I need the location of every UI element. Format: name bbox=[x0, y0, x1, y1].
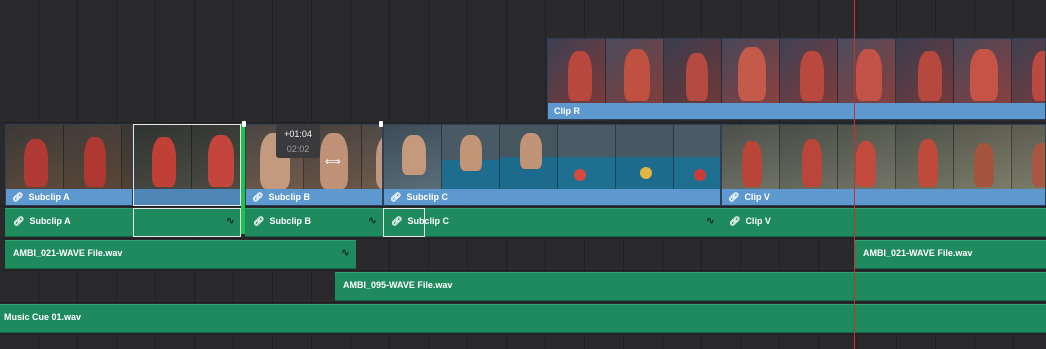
audio-clip-ambi-021-a[interactable]: AMBI_021-WAVE File.wav ∿ bbox=[5, 240, 356, 269]
lane-separator bbox=[0, 122, 1046, 123]
lane-separator bbox=[0, 334, 1046, 335]
audio-clip-label-group: 🔗︎ Clip V bbox=[729, 216, 771, 227]
trim-cursor-icon: ⟺ bbox=[325, 156, 341, 168]
audio-clip-ambi-021-b[interactable]: AMBI_021-WAVE File.wav bbox=[855, 240, 1046, 269]
audio-clip-subclip-c[interactable]: 🔗︎ Subclip C ∿ bbox=[383, 208, 721, 237]
video-clip-subclip-c[interactable]: 🔗︎ Subclip C bbox=[383, 124, 721, 206]
audio-clip-label: Subclip B bbox=[269, 216, 311, 226]
audio-clip-label: Subclip A bbox=[29, 216, 71, 226]
clip-thumbnails bbox=[722, 125, 1045, 189]
audio-clip-label-group: 🔗︎ Subclip B bbox=[253, 216, 311, 227]
clip-thumbnails bbox=[134, 125, 240, 189]
clip-thumbnails bbox=[6, 125, 132, 189]
fade-curve-icon[interactable]: ∿ bbox=[341, 246, 350, 259]
audio-clip-subclip-a[interactable]: 🔗︎ Subclip A bbox=[5, 208, 133, 237]
link-icon: 🔗︎ bbox=[390, 192, 402, 202]
clip-label: Subclip B bbox=[268, 192, 310, 202]
clip-label: Clip V bbox=[744, 192, 770, 202]
fade-curve-icon[interactable]: ∿ bbox=[706, 214, 715, 227]
clip-label-bar: 🔗︎ Clip V bbox=[722, 189, 1045, 205]
clip-thumbnails bbox=[384, 125, 720, 189]
audio-clip-label: Music Cue 01.wav bbox=[4, 312, 82, 322]
lane-separator bbox=[0, 238, 1046, 239]
clip-label-bar: 🔗︎ Subclip B bbox=[246, 189, 382, 205]
video-clip-subclip-a-selected-segment[interactable] bbox=[133, 124, 241, 206]
trim-duration: 02:02 bbox=[286, 144, 310, 154]
clip-label-bar bbox=[134, 189, 240, 205]
video-clip-clip-r[interactable]: Clip R bbox=[547, 38, 1046, 120]
lane-separator bbox=[0, 270, 1046, 271]
clip-thumbnails bbox=[548, 39, 1045, 103]
fade-curve-icon[interactable]: ∿ bbox=[226, 214, 235, 227]
trim-edge-handle[interactable] bbox=[241, 123, 245, 234]
link-icon: 🔗︎ bbox=[253, 216, 265, 226]
lane-separator bbox=[0, 206, 1046, 207]
link-icon: 🔗︎ bbox=[729, 216, 741, 226]
clip-label-bar: Clip R bbox=[548, 103, 1045, 119]
audio-clip-clip-v[interactable]: 🔗︎ Clip V bbox=[721, 208, 1046, 237]
audio-clip-ambi-095[interactable]: AMBI_095-WAVE File.wav bbox=[335, 272, 1046, 301]
video-clip-subclip-a[interactable]: 🔗︎ Subclip A bbox=[5, 124, 133, 206]
clip-label-bar: 🔗︎ Subclip C bbox=[384, 189, 720, 205]
clip-label-bar: 🔗︎ Subclip A bbox=[6, 189, 132, 205]
audio-clip-label: AMBI_095-WAVE File.wav bbox=[343, 280, 453, 290]
link-icon: 🔗︎ bbox=[252, 192, 264, 202]
fade-curve-icon[interactable]: ∿ bbox=[368, 214, 377, 227]
trim-offset: +01:04 bbox=[284, 129, 312, 139]
clip-label: Clip R bbox=[554, 106, 580, 116]
clip-label: Subclip C bbox=[406, 192, 448, 202]
link-icon: 🔗︎ bbox=[12, 192, 24, 202]
timeline[interactable]: Clip R 🔗︎ Subclip A 🔗︎ Subclip B 🔗︎ Subc… bbox=[0, 0, 1046, 349]
audio-clip-label: AMBI_021-WAVE File.wav bbox=[13, 248, 123, 258]
video-clip-clip-v[interactable]: 🔗︎ Clip V bbox=[721, 124, 1046, 206]
audio-clip-label: AMBI_021-WAVE File.wav bbox=[863, 248, 973, 258]
playhead[interactable] bbox=[854, 0, 855, 349]
trim-tooltip: +01:04 02:02 bbox=[276, 124, 320, 158]
audio-selection-box bbox=[383, 208, 425, 237]
trim-marker bbox=[379, 121, 383, 127]
audio-clip-music-cue-01[interactable]: Music Cue 01.wav bbox=[0, 304, 1046, 333]
audio-clip-subclip-a-selected-segment[interactable]: ∿ bbox=[133, 208, 241, 237]
link-icon: 🔗︎ bbox=[728, 192, 740, 202]
audio-clip-subclip-b[interactable]: 🔗︎ Subclip B ∿ bbox=[245, 208, 383, 237]
audio-clip-label-group: 🔗︎ Subclip A bbox=[13, 216, 71, 227]
trim-marker bbox=[242, 121, 246, 127]
clip-label: Subclip A bbox=[28, 192, 70, 202]
audio-clip-label: Clip V bbox=[745, 216, 771, 226]
lane-separator bbox=[0, 302, 1046, 303]
link-icon: 🔗︎ bbox=[13, 216, 25, 226]
